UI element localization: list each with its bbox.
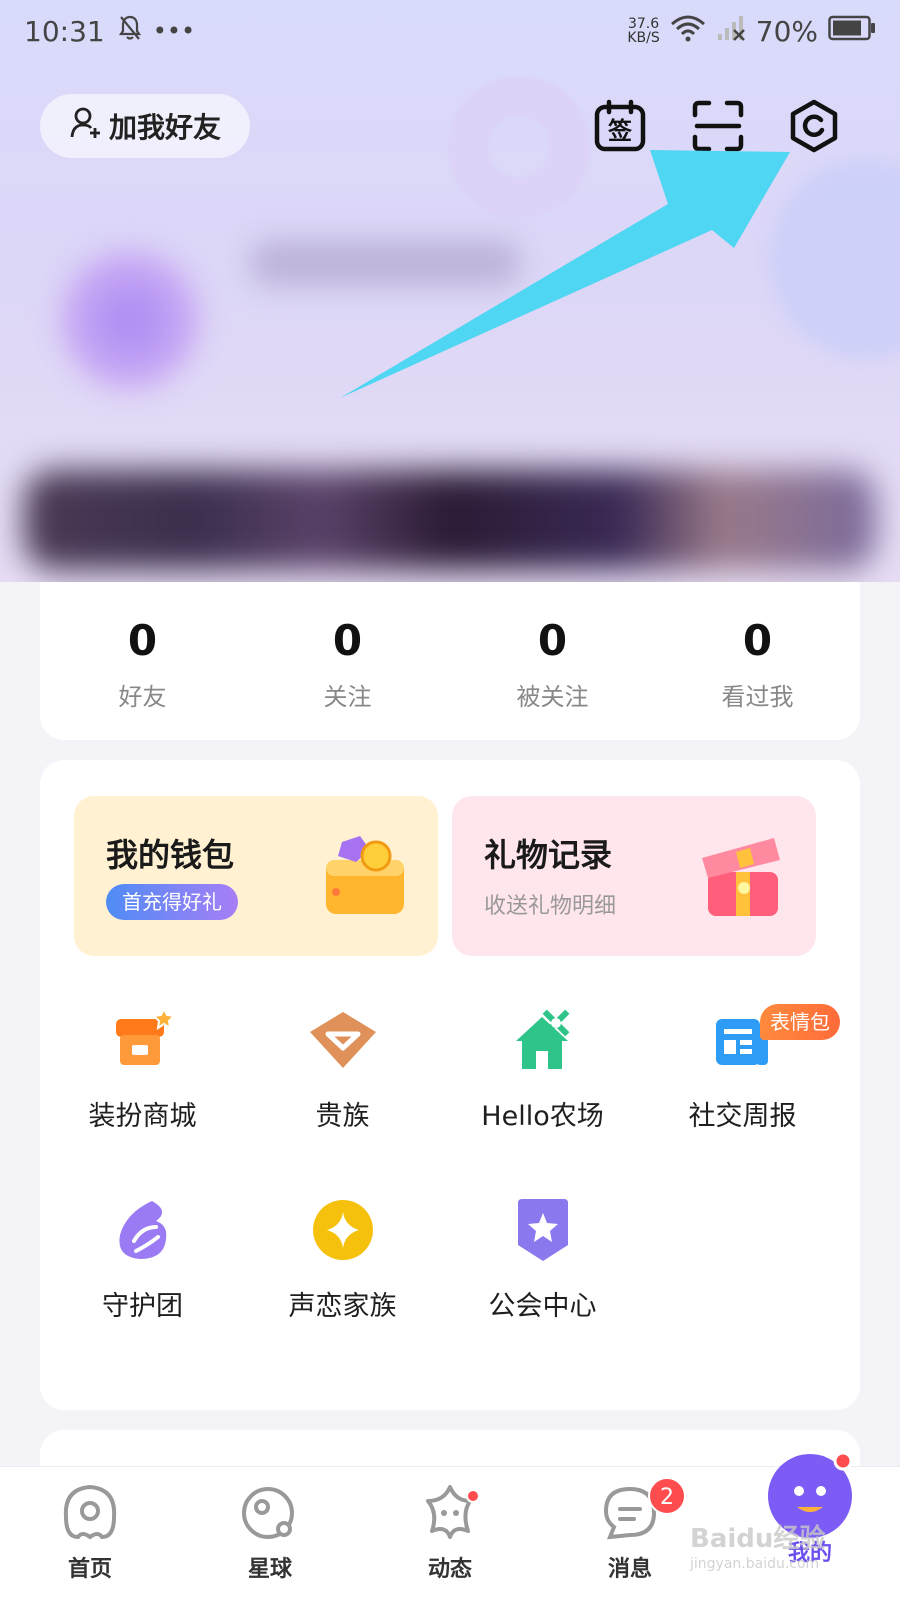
- tab-home[interactable]: 首页: [0, 1467, 180, 1600]
- farm-icon: [515, 1009, 569, 1069]
- wallet-icon: [326, 836, 404, 914]
- family-item[interactable]: 声恋家族: [240, 1190, 445, 1323]
- guild-item[interactable]: 公会中心: [440, 1190, 645, 1323]
- tab-planet[interactable]: 星球: [180, 1467, 360, 1600]
- watermark-brand: Baidu经验: [690, 1524, 826, 1554]
- annotation-arrow-icon: [340, 150, 790, 398]
- guild-icon: [517, 1199, 568, 1261]
- stat-friends[interactable]: 0 好友: [40, 582, 245, 740]
- wallet-card[interactable]: 我的钱包 首充得好礼: [74, 796, 438, 956]
- planet-icon: [242, 1487, 294, 1539]
- tab-moments[interactable]: 动态: [360, 1467, 540, 1600]
- emoji-pack-tag: 表情包: [760, 1004, 840, 1040]
- watermark-url: jingyan.baidu.com: [690, 1556, 820, 1572]
- services-card: 我的钱包 首充得好礼 礼物记录 收送礼物明细 装扮商城 贵族 Hello农场 社…: [40, 760, 860, 1410]
- stats-card: 0 好友 0 关注 0 被关注 0 看过我: [40, 582, 860, 740]
- message-badge: 2: [648, 1477, 686, 1515]
- home-ghost-icon: [63, 1484, 117, 1540]
- farm-item[interactable]: Hello农场: [440, 1000, 645, 1133]
- stat-followers[interactable]: 0 被关注: [450, 582, 655, 740]
- noble-icon: [309, 1012, 376, 1068]
- gift-records-card[interactable]: 礼物记录 收送礼物明细: [452, 796, 816, 956]
- shop-item[interactable]: 装扮商城: [40, 1000, 245, 1133]
- gift-box-icon: [702, 838, 780, 916]
- guard-item[interactable]: 守护团: [40, 1190, 245, 1323]
- shop-icon: [115, 1007, 176, 1065]
- stat-visitors[interactable]: 0 看过我: [655, 582, 860, 740]
- noble-item[interactable]: 贵族: [240, 1000, 445, 1133]
- family-icon: [312, 1200, 373, 1260]
- guard-icon: [118, 1201, 166, 1259]
- moments-dot: [466, 1489, 480, 1503]
- stat-following[interactable]: 0 关注: [245, 582, 450, 740]
- first-recharge-promo: 首充得好礼: [106, 884, 238, 920]
